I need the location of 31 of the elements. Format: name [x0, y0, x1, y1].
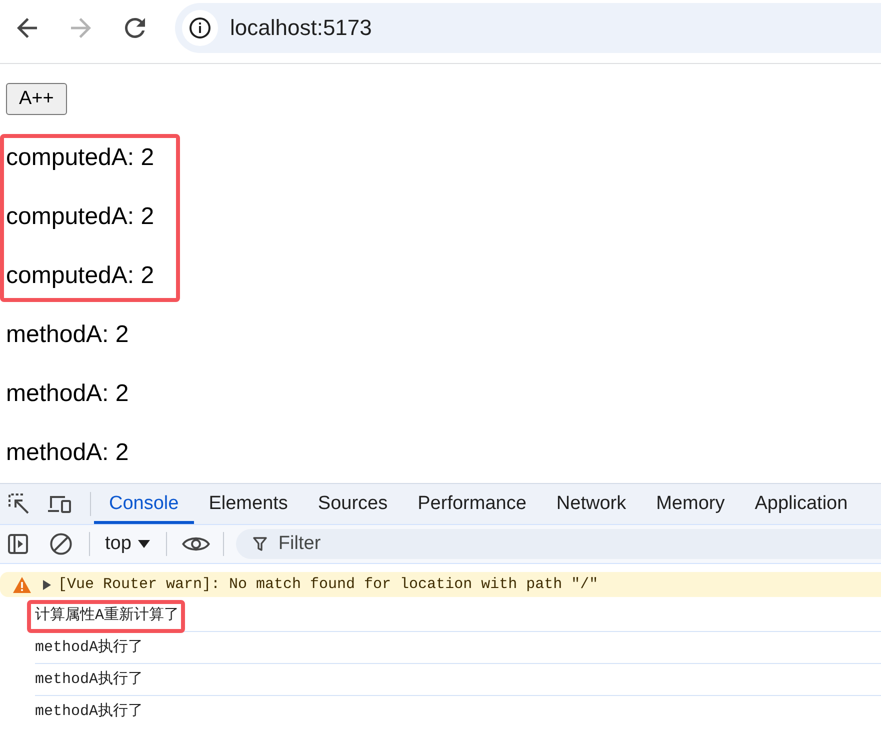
circle-slash-icon[interactable]: [50, 533, 72, 555]
devtools-tab[interactable]: Application: [740, 484, 863, 524]
filter-icon: [253, 537, 268, 551]
devtools-tab[interactable]: Memory: [641, 484, 740, 524]
console-message: methodA执行了: [35, 702, 144, 722]
console-message: methodA执行了: [35, 670, 144, 690]
eye-icon[interactable]: [182, 535, 210, 553]
console-message: methodA执行了: [35, 638, 144, 658]
console-message: [Vue Router warn]: No match found for location with path "/": [58, 575, 598, 595]
value-text: methodA: 2: [6, 438, 129, 468]
console-message: 计算属性A重新计算了: [35, 606, 180, 626]
devtools-tab[interactable]: Sources: [302, 484, 403, 524]
expand-triangle-icon[interactable]: [43, 580, 51, 590]
value-text: computedA: 2: [6, 202, 154, 232]
devtools-tab[interactable]: Elements: [194, 484, 303, 524]
info-icon[interactable]: [182, 10, 218, 46]
filter-field[interactable]: Filter: [236, 529, 881, 559]
devtools-tab[interactable]: Network: [541, 484, 642, 524]
value-text: methodA: 2: [6, 379, 129, 409]
warning-icon: [13, 576, 31, 592]
device-toolbar-icon[interactable]: [48, 494, 72, 514]
value-text: methodA: 2: [6, 320, 129, 350]
increment-button[interactable]: A++: [6, 83, 67, 115]
address-bar[interactable]: localhost:5173: [175, 3, 881, 53]
caret-icon: [138, 540, 150, 548]
sidebar-toggle-icon[interactable]: [8, 534, 28, 554]
inspect-element-icon[interactable]: [8, 493, 30, 515]
value-text: computedA: 2: [6, 261, 154, 291]
devtools-tab[interactable]: Performance: [402, 484, 542, 524]
value-text: computedA: 2: [6, 143, 154, 173]
context-selector[interactable]: top: [90, 529, 166, 559]
